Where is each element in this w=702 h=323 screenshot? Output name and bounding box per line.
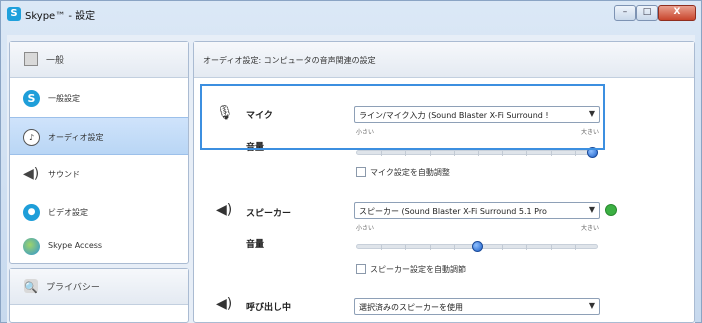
ringing-label: 呼び出し中 [246,303,292,313]
speaker-device-select[interactable]: スピーカー (Sound Blaster X-Fi Surround 5.1 P… [354,202,600,219]
slider-tick [478,151,479,156]
slider-tick [574,245,576,250]
slider-tick [381,245,383,250]
speaker-volume-thumb[interactable] [471,241,483,252]
slider-max-label: 大きい [581,225,600,232]
slider-tick [381,151,383,156]
microphone-volume-slider[interactable] [356,150,598,156]
slider-tick [405,151,407,156]
slider-tick [574,151,576,156]
general-icon [24,52,38,66]
slider-tick [405,245,407,250]
microphone-auto-adjust-label: マイク設定を自動調整 [370,168,450,177]
slider-tick [429,151,431,156]
slider-tick [453,151,455,156]
slider-tick [429,245,431,250]
sidebar-item-video-settings[interactable]: ● ビデオ設定 [10,193,188,231]
speaker-device-value: スピーカー (Sound Blaster X-Fi Surround 5.1 P… [359,207,547,216]
sidebar-section-label: プライバシー [46,283,100,293]
sidebar-item-general-settings[interactable]: S 一般設定 [10,79,188,117]
close-button[interactable]: X [658,5,696,21]
speaker-icon: ◀) [216,202,233,218]
slider-tick [526,245,528,250]
speaker-icon: ◀) [23,166,40,182]
skype-access-icon [23,238,40,255]
audio-settings-icon: ♪ [23,129,40,146]
ringing-device-select[interactable]: 選択済みのスピーカーを使用 ▼ [354,298,600,315]
sidebar: 一般 S 一般設定 ♪ オーディオ設定 ◀) サウンド ● ビデオ設定 Skyp… [9,41,189,323]
slider-tick [550,245,552,250]
chevron-down-icon: ▼ [588,205,595,214]
speaker-label: スピーカー [246,209,292,219]
panel-title: オーディオ設定: コンピュータの音声関連の設定 [203,56,376,65]
maximize-button[interactable]: □ [636,5,658,21]
chevron-down-icon: ▼ [588,301,595,310]
ringing-device-value: 選択済みのスピーカーを使用 [359,303,463,312]
sidebar-item-sound[interactable]: ◀) サウンド [10,155,188,193]
speaker-auto-adjust-label: スピーカー設定を自動調節 [370,265,466,274]
speaker-auto-adjust-checkbox[interactable] [356,264,366,274]
slider-tick [526,151,528,156]
slider-tick [453,245,455,250]
video-icon: ● [23,204,40,221]
window-title: Skype™ - 設定 [25,11,96,22]
slider-tick [550,151,552,156]
microphone-highlight-frame [200,84,605,150]
sidebar-section-privacy: 🔍 プライバシー [9,268,189,323]
privacy-icon: 🔍 [24,279,38,294]
ringing-speaker-icon: ◀) [216,296,233,312]
slider-tick [502,151,504,156]
minimize-button[interactable]: – [614,5,636,21]
microphone-auto-adjust-checkbox[interactable] [356,167,366,177]
sidebar-item-label: 一般設定 [48,94,80,103]
panel-header: オーディオ設定: コンピュータの音声関連の設定 [194,42,694,78]
sidebar-item-label: サウンド [48,170,80,179]
speaker-volume-label: 音量 [246,240,265,250]
sidebar-item-skype-access[interactable]: Skype Access [10,227,188,265]
sidebar-section-header-privacy[interactable]: 🔍 プライバシー [10,269,188,305]
sidebar-section-header-general[interactable]: 一般 [10,42,188,78]
sidebar-item-audio-settings[interactable]: ♪ オーディオ設定 [10,117,188,155]
skype-logo-icon: S [7,7,21,21]
sidebar-item-label: ビデオ設定 [48,208,88,217]
title-bar[interactable]: S Skype™ - 設定 – □ X [1,1,701,27]
speaker-test-icon[interactable] [605,204,617,216]
slider-tick [502,245,504,250]
sidebar-section-general: 一般 S 一般設定 ♪ オーディオ設定 ◀) サウンド ● ビデオ設定 Skyp… [9,41,189,264]
sidebar-item-label: Skype Access [48,241,103,250]
sidebar-section-label: 一般 [46,56,65,66]
slider-min-label: 小さい [356,225,375,232]
sidebar-item-label: オーディオ設定 [48,133,104,142]
skype-icon: S [23,90,40,107]
